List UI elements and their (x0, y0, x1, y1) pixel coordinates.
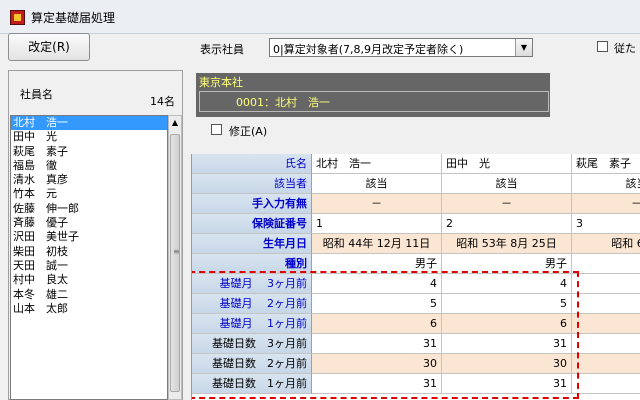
grid-cell[interactable]: 昭和 44年 12月 11日 (312, 234, 442, 254)
grid-cell[interactable]: 2 (442, 214, 572, 234)
display-employee-label: 表示社員 (200, 43, 244, 56)
grid-row: 種別 男子 男子 (192, 254, 640, 274)
grid-cell[interactable]: 田中 光 (442, 154, 572, 174)
row-header: 基礎日数 2ヶ月前 (192, 354, 312, 374)
grid-cell[interactable]: 該当 (572, 174, 640, 194)
employee-list-scrollbar[interactable]: ▲ ≡ (168, 115, 182, 400)
employee-list-item[interactable]: 清水 真彦 (11, 173, 167, 187)
grid-cell[interactable] (572, 334, 640, 354)
grid-cell[interactable]: 5 (442, 294, 572, 314)
employee-list[interactable]: 北村 浩一 田中 光萩尾 素子 福島 徹清水 真彦 竹本 元佐藤 伸一郎 斉藤 優子 沢田… (10, 115, 168, 400)
current-employee: 0001：北村 浩一 (236, 96, 330, 109)
grid-cell[interactable]: 6 (442, 314, 572, 334)
grid-row: 基礎日数 3ヶ月前 31 31 (192, 334, 640, 354)
scroll-thumb[interactable]: ≡ (170, 134, 180, 392)
fix-checkbox[interactable] (211, 124, 222, 135)
grid-cell[interactable] (572, 354, 640, 374)
grid-row: 氏名 北村 浩一 田中 光萩尾 素子 (192, 154, 640, 174)
employee-list-item[interactable]: 本冬 雄二 (11, 288, 167, 302)
scroll-up-icon[interactable]: ▲ (169, 116, 181, 130)
employee-list-item[interactable]: 佐藤 伸一郎 (11, 202, 167, 216)
employee-list-item[interactable]: 柴田 初枝 (11, 245, 167, 259)
employee-list-item[interactable]: 斉藤 優子 (11, 216, 167, 230)
grid-cell[interactable]: － (312, 194, 442, 214)
grid-cell[interactable]: 31 (442, 374, 572, 394)
grid-cell[interactable]: 4 (442, 274, 572, 294)
employee-list-item[interactable]: 田中 光 (11, 130, 167, 144)
grid-cell[interactable]: 1 (312, 214, 442, 234)
office-name: 東京本社 (199, 76, 243, 89)
grid-row: 基礎日数 1ヶ月前 31 31 (192, 374, 640, 394)
row-header: 基礎日数 1ヶ月前 (192, 374, 312, 394)
display-employee-select[interactable]: 0|算定対象者(7,8,9月改定予定者除く) ▼ (269, 38, 533, 57)
row-header: 基礎日数 3ヶ月前 (192, 334, 312, 354)
calculation-grid: 氏名北村 浩一田中 光萩尾 素子該当者該当該当該当手入力有無－－－保険証番号12… (191, 154, 640, 400)
grid-cell[interactable]: 5 (312, 294, 442, 314)
grid-row: 基礎月 2ヶ月前 5 5 (192, 294, 640, 314)
grid-cell[interactable]: － (572, 194, 640, 214)
employee-list-item[interactable]: 萩尾 素子 (11, 145, 167, 159)
grid-cell[interactable]: 31 (442, 334, 572, 354)
follow-checkbox[interactable] (597, 41, 608, 52)
grid-cell[interactable]: 男子 (312, 254, 442, 274)
follow-label: 従た (614, 42, 636, 55)
employee-list-item[interactable]: 竹本 元 (11, 187, 167, 201)
row-header: 氏名 (192, 154, 312, 174)
grid-cell[interactable]: － (442, 194, 572, 214)
display-employee-value: 0|算定対象者(7,8,9月改定予定者除く) (273, 43, 464, 56)
fix-label[interactable]: 修正(A) (229, 123, 267, 139)
grid-cell[interactable] (572, 274, 640, 294)
grid-row: 保険証番号 1 2 3 (192, 214, 640, 234)
window-title: 算定基礎届処理 (31, 11, 116, 25)
grid-cell[interactable]: 6 (312, 314, 442, 334)
row-header: 生年月日 (192, 234, 312, 254)
employee-list-item[interactable]: 沢田 美世子 (11, 230, 167, 244)
employee-list-item[interactable]: 山本 太郎 (11, 302, 167, 316)
employee-count: 14名 (150, 95, 175, 108)
row-header: 基礎月 2ヶ月前 (192, 294, 312, 314)
grid-cell[interactable]: 北村 浩一 (312, 154, 442, 174)
row-header: 基礎月 3ヶ月前 (192, 274, 312, 294)
employee-list-item[interactable]: 福島 徹 (11, 159, 167, 173)
grid-cell[interactable]: 該当 (442, 174, 572, 194)
grid-row: 生年月日昭和 44年 12月 11日昭和 53年 8月 25日昭和 61年 (192, 234, 640, 254)
grid-cell[interactable]: 男子 (442, 254, 572, 274)
revise-button[interactable]: 改定(R) (8, 33, 90, 61)
grid-cell[interactable] (572, 374, 640, 394)
grid-row: 基礎月 1ヶ月前 6 6 (192, 314, 640, 334)
employee-list-item[interactable]: 北村 浩一 (11, 116, 167, 131)
grid-cell[interactable]: 4 (312, 274, 442, 294)
grid-cell[interactable]: 30 (312, 354, 442, 374)
grid-row: 基礎日数 2ヶ月前 30 30 (192, 354, 640, 374)
row-header: 保険証番号 (192, 214, 312, 234)
grid-cell[interactable]: 31 (312, 334, 442, 354)
grid-cell[interactable]: 昭和 61年 (572, 234, 640, 254)
employee-header: 社員名 (20, 88, 53, 101)
grid-row: 基礎月 3ヶ月前 4 4 (192, 274, 640, 294)
grid-cell[interactable] (572, 314, 640, 334)
app-icon[interactable] (10, 10, 25, 25)
grid-cell[interactable]: 3 (572, 214, 640, 234)
grid-row: 手入力有無－－－ (192, 194, 640, 214)
grid-cell[interactable]: 31 (312, 374, 442, 394)
grid-cell[interactable]: 該当 (312, 174, 442, 194)
row-header: 該当者 (192, 174, 312, 194)
grid-cell[interactable] (572, 254, 640, 274)
row-header: 種別 (192, 254, 312, 274)
grid-cell[interactable]: 30 (442, 354, 572, 374)
grid-cell[interactable]: 昭和 53年 8月 25日 (442, 234, 572, 254)
chevron-down-icon[interactable]: ▼ (515, 39, 532, 56)
row-header: 基礎月 1ヶ月前 (192, 314, 312, 334)
row-header: 手入力有無 (192, 194, 312, 214)
employee-list-item[interactable]: 村中 良太 (11, 273, 167, 287)
grid-cell[interactable] (572, 294, 640, 314)
grid-row: 該当者該当該当該当 (192, 174, 640, 194)
employee-list-item[interactable]: 天田 誠一 (11, 259, 167, 273)
grid-cell[interactable]: 萩尾 素子 (572, 154, 640, 174)
